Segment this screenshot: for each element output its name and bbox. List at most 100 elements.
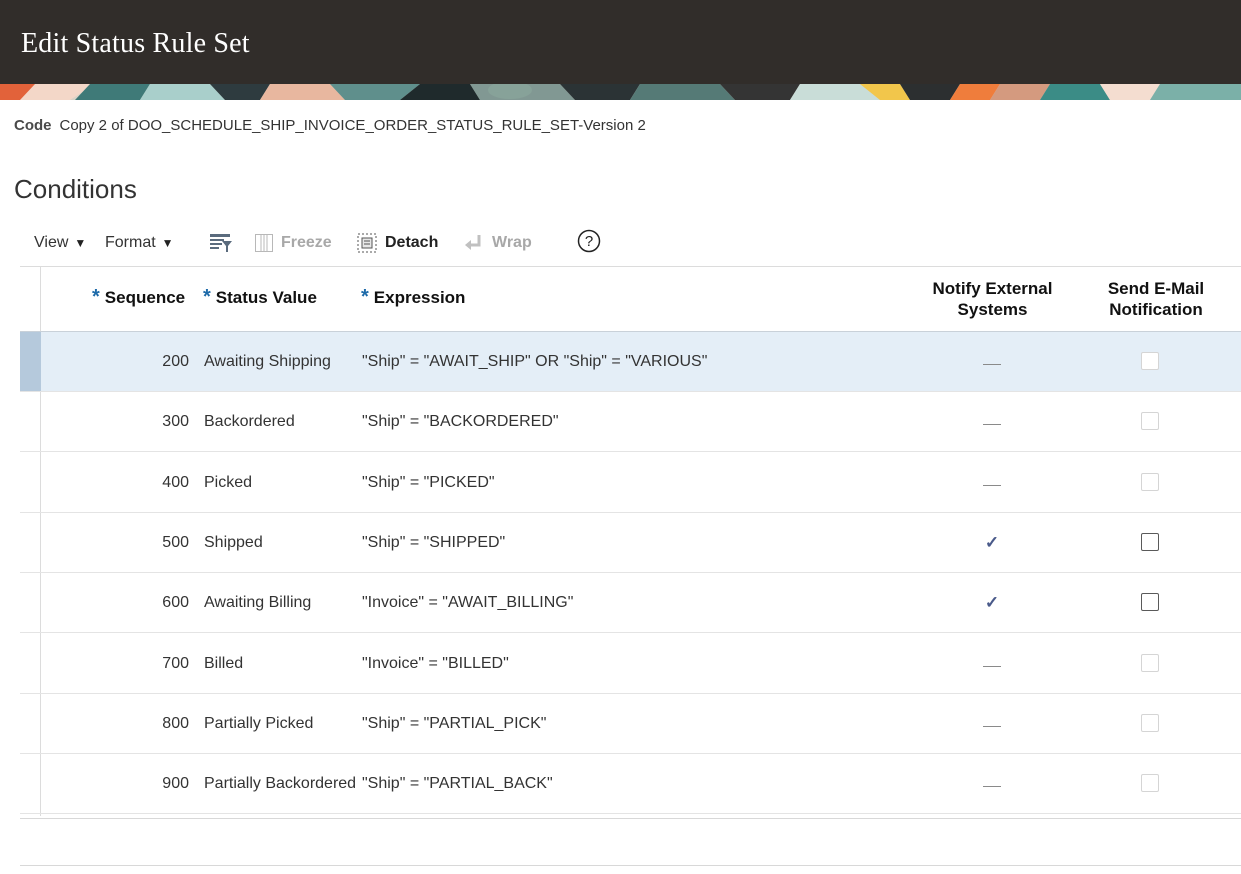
sequence-cell: 400: [162, 474, 189, 491]
freeze-button[interactable]: Freeze: [255, 228, 332, 258]
table-toolbar: View ▼ Format ▼ Freeze Detach Wrap ?: [20, 228, 620, 258]
notify-external-systems-cell: ✓: [940, 513, 1044, 573]
column-header-sequence[interactable]: * Sequence: [92, 286, 185, 309]
send-email-notification-cell: [1130, 694, 1172, 754]
notify-external-systems-cell: [940, 453, 1044, 513]
send-email-checkbox: [1141, 473, 1159, 491]
send-email-notification-cell: [1130, 573, 1172, 633]
sequence-cell: 600: [162, 594, 189, 611]
notify-external-systems-cell: [940, 634, 1044, 694]
required-indicator: *: [92, 286, 100, 308]
notify-external-systems-cell: ✓: [940, 573, 1044, 633]
query-by-example-icon: [209, 232, 233, 254]
page-title: Edit Status Rule Set: [21, 28, 250, 59]
column-header-notify-external-systems[interactable]: Notify External Systems: [920, 278, 1065, 320]
view-menu-label: View: [34, 234, 69, 251]
sequence-cell: 500: [162, 534, 189, 551]
notify-external-systems-cell: [940, 332, 1044, 392]
svg-text:?: ?: [585, 233, 593, 250]
table-row[interactable]: 300 Backordered "Ship" = "BACKORDERED": [20, 392, 1241, 452]
expression-cell: "Ship" = "SHIPPED": [362, 534, 506, 551]
code-label: Code: [14, 117, 52, 134]
dash-icon: [983, 364, 1001, 366]
column-header-expression-label: Expression: [373, 288, 466, 307]
send-email-notification-cell: [1130, 392, 1172, 452]
sequence-cell: 800: [162, 715, 189, 732]
table-row[interactable]: 700 Billed "Invoice" = "BILLED": [20, 634, 1241, 694]
wrap-icon: [464, 234, 484, 252]
status-value-cell: Partially Picked: [204, 715, 314, 732]
wrap-label: Wrap: [492, 234, 532, 251]
freeze-label: Freeze: [281, 234, 332, 251]
table-row[interactable]: 600 Awaiting Billing "Invoice" = "AWAIT_BI…: [20, 573, 1241, 633]
table-row[interactable]: 500 Shipped "Ship" = "SHIPPED" ✓: [20, 513, 1241, 573]
detach-label: Detach: [385, 234, 439, 251]
expression-cell: "Ship" = "BACKORDERED": [362, 413, 559, 430]
notify-external-systems-cell: [940, 754, 1044, 814]
gutter-divider: [20, 632, 41, 633]
help-button[interactable]: ?: [577, 228, 601, 258]
column-header-status-value[interactable]: * Status Value: [203, 286, 317, 309]
sequence-cell: 700: [162, 655, 189, 672]
table-row[interactable]: 900 Partially Backordered "Ship" = "PARTIA…: [20, 754, 1241, 814]
send-email-notification-cell: [1130, 634, 1172, 694]
column-header-sequence-label: Sequence: [104, 288, 186, 307]
help-icon: ?: [577, 229, 601, 258]
send-email-notification-cell: [1130, 332, 1172, 392]
table-top-border: [20, 266, 1241, 267]
gutter-divider: [20, 813, 41, 814]
code-value: Copy 2 of DOO_SCHEDULE_SHIP_INVOICE_ORDE…: [59, 117, 646, 134]
expression-cell: "Invoice" = "BILLED": [362, 655, 509, 672]
send-email-checkbox: [1141, 352, 1159, 370]
required-indicator: *: [361, 286, 369, 308]
code-field: Code Copy 2 of DOO_SCHEDULE_SHIP_INVOICE_…: [14, 117, 646, 134]
query-by-example-button[interactable]: [209, 228, 241, 258]
wrap-button[interactable]: Wrap: [464, 228, 532, 258]
status-value-cell: Shipped: [204, 534, 263, 551]
table-row[interactable]: 800 Partially Picked "Ship" = "PARTIAL_PIC…: [20, 694, 1241, 754]
format-menu[interactable]: Format ▼: [105, 228, 174, 258]
send-email-checkbox[interactable]: [1141, 593, 1159, 611]
table-bottom-border: [20, 818, 1241, 819]
dash-icon: [983, 666, 1001, 668]
row-selected-indicator: [20, 332, 41, 392]
row-divider: [41, 632, 1241, 633]
expression-cell: "Ship" = "AWAIT_SHIP" OR "Ship" = "VARIO…: [362, 353, 708, 370]
status-value-cell: Backordered: [204, 413, 295, 430]
send-email-notification-cell: [1130, 453, 1172, 513]
send-email-notification-cell: [1130, 754, 1172, 814]
expression-cell: "Ship" = "PICKED": [362, 474, 495, 491]
status-value-cell: Awaiting Shipping: [204, 353, 331, 370]
caret-down-icon: ▼: [161, 236, 174, 250]
column-header-email-line1: Send E-Mail: [1107, 279, 1205, 298]
checkmark-icon: ✓: [984, 533, 1000, 552]
expression-cell: "Ship" = "PARTIAL_PICK": [362, 715, 547, 732]
sequence-cell: 900: [162, 775, 189, 792]
status-value-cell: Partially Backordered: [204, 775, 355, 792]
table-row[interactable]: 200 Awaiting Shipping "Ship" = "AWAIT_SHIP…: [20, 332, 1241, 392]
detach-button[interactable]: Detach: [357, 228, 438, 258]
column-header-notify-line1: Notify External: [932, 279, 1053, 298]
format-menu-label: Format: [105, 234, 156, 251]
gutter-divider: [20, 451, 41, 452]
row-divider: [41, 451, 1241, 452]
send-email-checkbox: [1141, 412, 1159, 430]
send-email-checkbox: [1141, 774, 1159, 792]
send-email-checkbox: [1141, 654, 1159, 672]
column-header-expression[interactable]: * Expression: [361, 286, 465, 309]
table-row[interactable]: 400 Picked "Ship" = "PICKED": [20, 453, 1241, 513]
dash-icon: [983, 485, 1001, 487]
column-header-email-line2: Notification: [1109, 300, 1203, 319]
expression-cell: "Invoice" = "AWAIT_BILLING": [362, 594, 574, 611]
status-value-cell: Picked: [204, 474, 253, 491]
column-header-send-email-notification[interactable]: Send E-Mail Notification: [1092, 278, 1220, 320]
dash-icon: [983, 786, 1001, 788]
send-email-checkbox[interactable]: [1141, 533, 1159, 551]
checkmark-icon: ✓: [984, 593, 1000, 612]
caret-down-icon: ▼: [74, 236, 87, 250]
footer-divider: [20, 865, 1241, 866]
status-value-cell: Billed: [204, 655, 244, 672]
view-menu[interactable]: View ▼: [34, 228, 86, 258]
decorative-banner: [0, 84, 1241, 100]
detach-icon: [357, 233, 377, 253]
